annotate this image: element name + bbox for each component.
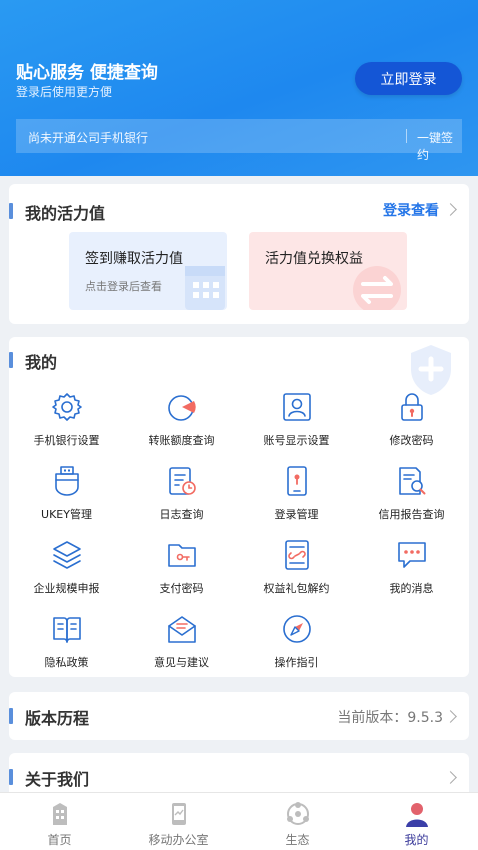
quick-sign-link[interactable]: 一键签约 [417, 129, 462, 163]
pie-chart-icon [168, 395, 196, 421]
chevron-right-icon[interactable] [444, 203, 457, 216]
payment-password[interactable]: 支付密码 [124, 539, 239, 605]
wallet-key-icon [168, 544, 196, 567]
mine-title: 我的 [25, 353, 58, 372]
transfer-limit-query[interactable]: 转账额度查询 [124, 391, 239, 457]
chevron-right-icon [444, 771, 457, 784]
activity-card: 我的活力值 登录查看 签到赚取活力值 点击登录后查看 活力值兑换权益 [9, 184, 469, 324]
exchange-tile[interactable]: 活力值兑换权益 [249, 232, 407, 310]
operation-guide[interactable]: 操作指引 [239, 613, 354, 679]
divider [406, 129, 407, 143]
gift-unlink-icon [285, 540, 309, 570]
report-search-icon [399, 467, 426, 495]
lock-icon [401, 393, 423, 421]
mobile-banking-settings[interactable]: 手机银行设置 [9, 391, 124, 457]
item-label: 信用报告查询 [378, 508, 445, 521]
person-icon [406, 803, 428, 827]
mobile-office-icon [172, 803, 186, 825]
checkin-title: 签到赚取活力值 [85, 251, 183, 267]
privacy-policy[interactable]: 隐私政策 [9, 613, 124, 679]
account-display-settings[interactable]: 账号显示设置 [239, 391, 354, 457]
shield-plus-icon [411, 345, 451, 395]
chevron-right-icon [444, 710, 457, 723]
phone-login-icon [287, 466, 307, 496]
login-management[interactable]: 登录管理 [239, 465, 354, 531]
item-label: 操作指引 [274, 656, 319, 669]
header-banner: 贴心服务 便捷查询 登录后使用更方便 立即登录 尚未开通公司手机银行 一键签约 [0, 0, 478, 176]
item-label: 转账额度查询 [148, 434, 215, 447]
tab-label: 移动办公室 [148, 833, 209, 847]
log-clipboard-icon [169, 467, 196, 495]
ukey-management[interactable]: UKEY管理 [9, 465, 124, 531]
sign-notice-bar: 尚未开通公司手机银行 一键签约 [16, 119, 462, 162]
item-label: 登录管理 [274, 508, 319, 521]
item-label: 账号显示设置 [263, 434, 330, 447]
change-password[interactable]: 修改密码 [354, 391, 469, 457]
tab-mobile-office[interactable]: 移动办公室 [119, 793, 238, 850]
tab-label: 生态 [285, 833, 310, 847]
log-query[interactable]: 日志查询 [124, 465, 239, 531]
section-marker [9, 352, 13, 368]
notice-text: 尚未开通公司手机银行 [28, 131, 149, 145]
tab-label: 我的 [404, 833, 429, 847]
ecosystem-icon [287, 802, 309, 825]
header-subtitle: 登录后使用更方便 [16, 85, 113, 99]
checkin-tile[interactable]: 签到赚取活力值 点击登录后查看 [69, 232, 227, 310]
user-card-icon [283, 393, 311, 421]
building-icon [53, 803, 67, 825]
item-label: UKEY管理 [41, 508, 92, 521]
item-label: 修改密码 [389, 434, 434, 447]
login-button[interactable]: 立即登录 [355, 62, 462, 95]
exchange-arrows-icon [353, 266, 401, 310]
layers-icon [53, 541, 81, 569]
item-label: 支付密码 [159, 582, 204, 595]
login-view-link[interactable]: 登录查看 [383, 200, 439, 220]
compass-icon [283, 615, 311, 643]
item-label: 企业规模申报 [33, 582, 100, 595]
my-messages[interactable]: 我的消息 [354, 539, 469, 605]
credit-report-query[interactable]: 信用报告查询 [354, 465, 469, 531]
usb-key-icon [55, 466, 79, 496]
feedback[interactable]: 意见与建议 [124, 613, 239, 679]
calendar-icon [185, 266, 225, 310]
current-version: 当前版本：9.5.3 [337, 710, 443, 726]
section-marker [9, 708, 13, 724]
item-label: 手机银行设置 [33, 434, 100, 447]
book-icon [53, 617, 81, 643]
enterprise-scale-declaration[interactable]: 企业规模申报 [9, 539, 124, 605]
tab-ecosystem[interactable]: 生态 [238, 793, 357, 850]
item-label: 意见与建议 [154, 656, 209, 669]
mine-card: 我的 手机银行设置 转账额度查询 账号显示设置 修改密码 UKEY管理 日志查询… [9, 337, 469, 677]
envelope-icon [168, 616, 196, 643]
item-label: 隐私政策 [44, 656, 89, 669]
activity-title: 我的活力值 [25, 204, 106, 223]
header-title: 贴心服务 便捷查询 [16, 63, 158, 83]
bottom-tab-bar: 首页 移动办公室 生态 我的 [0, 792, 478, 850]
section-marker [9, 769, 13, 785]
item-label: 日志查询 [159, 508, 204, 521]
version-history-row[interactable]: 版本历程 当前版本：9.5.3 [9, 692, 469, 740]
tab-home[interactable]: 首页 [0, 793, 119, 850]
tab-mine[interactable]: 我的 [357, 793, 476, 850]
checkin-subtitle: 点击登录后查看 [85, 280, 162, 293]
about-title: 关于我们 [25, 770, 90, 789]
message-icon [398, 542, 426, 568]
gear-icon [52, 393, 82, 421]
benefit-package-cancel[interactable]: 权益礼包解约 [239, 539, 354, 605]
version-title: 版本历程 [25, 709, 90, 728]
item-label: 我的消息 [389, 582, 434, 595]
item-label: 权益礼包解约 [263, 582, 330, 595]
tab-label: 首页 [47, 833, 72, 847]
section-marker [9, 203, 13, 219]
